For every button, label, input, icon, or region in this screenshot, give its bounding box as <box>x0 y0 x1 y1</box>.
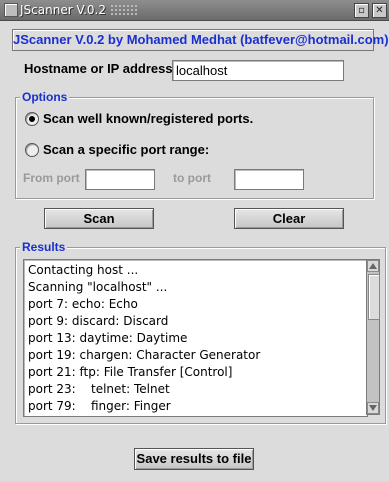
result-line: port 19: chargen: Character Generator <box>28 348 261 362</box>
hostname-input[interactable]: localhost <box>172 60 344 81</box>
scan-button[interactable]: Scan <box>44 208 154 229</box>
result-line: port 7: echo: Echo <box>28 297 138 311</box>
result-line: port 79: finger: Finger <box>28 399 171 413</box>
radio-known-ports[interactable] <box>25 112 39 126</box>
results-scrollbar[interactable] <box>366 259 380 415</box>
radio-known-ports-label[interactable]: Scan well known/registered ports. <box>43 111 253 126</box>
minimize-button[interactable]: ▫ <box>354 3 369 18</box>
results-textarea[interactable]: Contacting host ... Scanning "localhost"… <box>23 259 368 417</box>
result-line: Contacting host ... <box>28 263 139 277</box>
clear-button[interactable]: Clear <box>234 208 344 229</box>
options-title: Options <box>20 90 70 104</box>
app-banner: JScanner V.0.2 by Mohamed Medhat (batfev… <box>12 29 389 51</box>
to-port-label: to port <box>173 171 211 185</box>
result-line: port 23: telnet: Telnet <box>28 382 170 396</box>
from-port-label: From port <box>23 171 80 185</box>
to-port-input[interactable] <box>234 169 304 190</box>
result-line: port 13: daytime: Daytime <box>28 331 188 345</box>
result-line: port 21: ftp: File Transfer [Control] <box>28 365 233 379</box>
save-results-button[interactable]: Save results to file <box>134 448 254 470</box>
hostname-label: Hostname or IP address: <box>24 61 177 76</box>
from-port-input[interactable] <box>85 169 155 190</box>
results-title: Results <box>20 240 68 254</box>
scroll-thumb[interactable] <box>368 274 380 320</box>
window-title: JScanner V.0.2 <box>20 3 107 17</box>
title-grip <box>110 4 138 16</box>
title-bar[interactable]: JScanner V.0.2 ▫ ✕ <box>0 0 389 21</box>
scroll-down-icon[interactable] <box>367 402 379 414</box>
close-button[interactable]: ✕ <box>372 3 387 18</box>
result-line: port 9: discard: Discard <box>28 314 169 328</box>
radio-port-range[interactable] <box>25 143 39 157</box>
scroll-up-icon[interactable] <box>367 260 379 272</box>
result-line: Scanning "localhost" ... <box>28 280 168 294</box>
radio-port-range-label[interactable]: Scan a specific port range: <box>43 142 209 157</box>
window-icon[interactable] <box>4 3 18 17</box>
